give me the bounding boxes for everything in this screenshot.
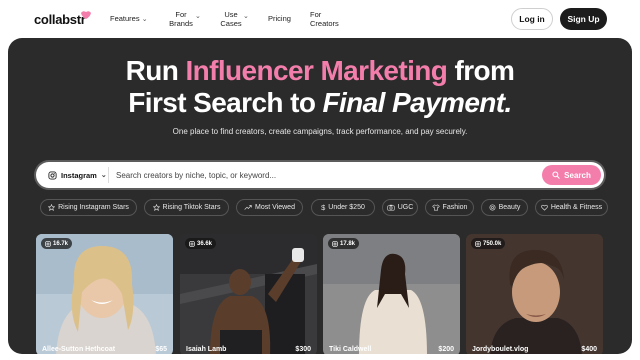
creator-search-bar: Instagram ⌄ Search xyxy=(36,162,604,188)
camera-icon xyxy=(387,204,395,211)
nav-features[interactable]: Features ⌄ xyxy=(110,14,148,24)
creator-name: Tiki Caldwell xyxy=(329,346,372,353)
chip-label: Rising Tiktok Stars xyxy=(162,204,221,211)
creator-photo xyxy=(36,234,173,354)
chip-label: Rising Instagram Stars xyxy=(58,204,129,211)
creator-photo xyxy=(180,234,317,354)
logo-mark-icon xyxy=(81,11,91,19)
creator-price: $400 xyxy=(581,346,597,353)
instagram-icon xyxy=(332,240,338,247)
search-icon xyxy=(552,171,560,179)
login-button[interactable]: Log in xyxy=(511,8,553,30)
nav-for-creators[interactable]: For Creators xyxy=(310,10,339,28)
follower-count-badge: 17.8k xyxy=(328,238,360,249)
instagram-icon xyxy=(189,240,195,247)
creator-card[interactable]: 750.0k Jordyboulet.vlog $400 xyxy=(466,234,603,354)
star-icon xyxy=(48,204,56,211)
chip-label: UGC xyxy=(397,204,414,211)
star-icon xyxy=(152,204,160,211)
chevron-down-icon: ⌄ xyxy=(195,13,201,20)
chip-rising-instagram-stars[interactable]: Rising Instagram Stars xyxy=(40,199,137,216)
chip-beauty[interactable]: Beauty xyxy=(481,199,528,216)
hero-section: Run Influencer Marketing from First Sear… xyxy=(8,38,632,354)
follower-count-badge: 36.6k xyxy=(185,238,217,249)
search-divider xyxy=(108,167,109,183)
nav-use-cases[interactable]: Use Cases xyxy=(219,10,243,28)
nav-features-label: Features xyxy=(110,14,140,23)
nav-pricing-label: Pricing xyxy=(268,14,291,23)
chip-label: Beauty xyxy=(498,204,521,211)
chip-ugc[interactable]: UGC xyxy=(382,199,418,216)
shirt-icon xyxy=(431,204,440,211)
hero-headline-line1: Run Influencer Marketing from xyxy=(8,55,632,87)
headline-text: First Search to xyxy=(128,87,323,118)
platform-select-label: Instagram xyxy=(61,170,97,180)
creator-card[interactable]: 36.6k Isaiah Lamb $300 xyxy=(180,234,317,354)
chip-label: Health & Fitness xyxy=(550,204,603,211)
follower-count: 750.0k xyxy=(483,240,502,247)
hero-headline-line2: First Search to Final Payment. xyxy=(8,87,632,119)
chip-label: Most Viewed xyxy=(255,204,295,211)
platform-select[interactable]: Instagram ⌄ xyxy=(42,167,113,183)
follower-count: 16.7k xyxy=(53,240,69,247)
nav-for-brands[interactable]: For Brands xyxy=(168,10,194,28)
instagram-icon xyxy=(48,170,57,180)
chip-label: Fashion xyxy=(442,204,468,211)
nav-for-brands-label: For Brands xyxy=(169,10,193,28)
nav-use-cases-label: Use Cases xyxy=(220,10,242,28)
heart-icon xyxy=(540,204,548,211)
search-button-label: Search xyxy=(564,170,591,180)
creator-name: Isaiah Lamb xyxy=(186,346,227,353)
follower-count-badge: 16.7k xyxy=(41,238,73,249)
chip-rising-tiktok-stars[interactable]: Rising Tiktok Stars xyxy=(144,199,229,216)
search-button[interactable]: Search xyxy=(542,165,601,185)
signup-button[interactable]: Sign Up xyxy=(560,8,607,30)
headline-italic: Final Payment. xyxy=(322,87,513,118)
headline-text: from xyxy=(447,55,515,86)
instagram-icon xyxy=(45,240,51,247)
creator-photo xyxy=(323,234,460,354)
follower-count-badge: 750.0k xyxy=(471,238,506,249)
hero-subtitle: One place to find creators, create campa… xyxy=(172,127,468,136)
chevron-down-icon: ⌄ xyxy=(100,172,107,179)
chevron-down-icon: ⌄ xyxy=(243,13,249,20)
instagram-icon xyxy=(475,240,481,247)
chip-health-fitness[interactable]: Health & Fitness xyxy=(535,199,608,216)
creator-card[interactable]: 16.7k Allee-Sutton Hethcoat $65 xyxy=(36,234,173,354)
beauty-icon xyxy=(489,204,496,211)
creator-photo xyxy=(466,234,603,354)
chip-under-250[interactable]: $ Under $250 xyxy=(311,199,375,216)
trending-icon xyxy=(244,205,252,210)
headline-highlight: Influencer Marketing xyxy=(185,55,448,86)
follower-count: 36.6k xyxy=(197,240,213,247)
chip-most-viewed[interactable]: Most Viewed xyxy=(236,199,303,216)
follower-count: 17.8k xyxy=(340,240,356,247)
creator-card[interactable]: 17.8k Tiki Caldwell $200 xyxy=(323,234,460,354)
nav-pricing[interactable]: Pricing xyxy=(268,14,291,23)
search-input[interactable] xyxy=(116,166,536,184)
chip-fashion[interactable]: Fashion xyxy=(425,199,474,216)
creator-name: Allee-Sutton Hethcoat xyxy=(42,346,116,353)
dollar-icon: $ xyxy=(321,203,326,212)
top-navigation: collabstr Features ⌄ For Brands ⌄ Use Ca… xyxy=(0,0,640,38)
creator-price: $65 xyxy=(155,346,167,353)
headline-text: Run xyxy=(125,55,186,86)
creator-price: $200 xyxy=(438,346,454,353)
creator-name: Jordyboulet.vlog xyxy=(472,346,529,353)
nav-for-creators-label: For Creators xyxy=(310,10,339,28)
chevron-down-icon: ⌄ xyxy=(141,16,148,23)
creator-price: $300 xyxy=(295,346,311,353)
chip-label: Under $250 xyxy=(328,204,365,211)
brand-logo[interactable]: collabstr xyxy=(34,12,86,27)
